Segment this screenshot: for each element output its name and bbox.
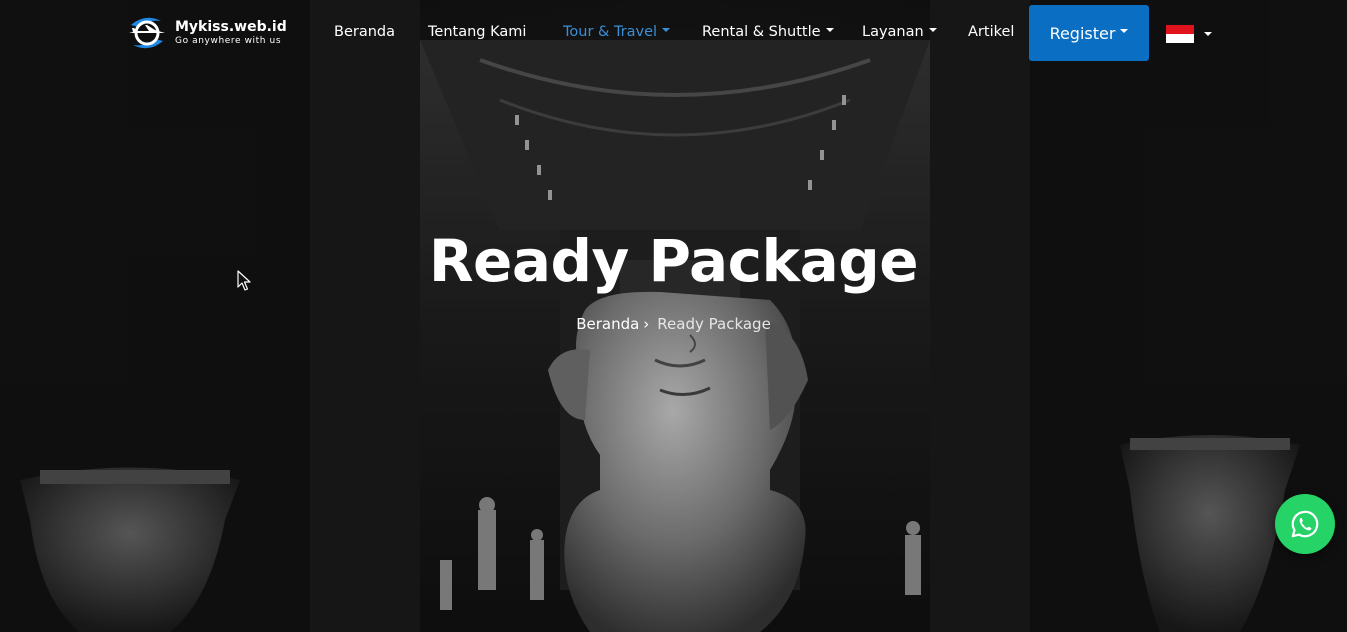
breadcrumb-current: Ready Package [657,315,771,333]
nav-item-layanan[interactable]: Layanan [862,24,937,40]
language-selector[interactable] [1166,24,1216,44]
chevron-right-icon: › [643,315,650,333]
nav-item-label: Layanan [862,24,924,40]
indonesia-flag-icon [1166,25,1194,43]
whatsapp-chat-button[interactable] [1275,494,1335,554]
caret-down-icon [662,28,671,32]
caret-down-icon [928,28,937,32]
caret-down-icon [1204,32,1212,36]
nav-item-beranda[interactable]: Beranda [334,24,395,40]
nav-item-tour-travel[interactable]: Tour & Travel [563,24,671,40]
brand-logo-link[interactable]: Mykiss.web.id Go anywhere with us [125,13,295,53]
register-label: Register [1049,23,1116,43]
nav-item-label: Rental & Shuttle [702,24,821,40]
top-navbar: Mykiss.web.id Go anywhere with us Berand… [0,0,1347,66]
nav-item-tentang-kami[interactable]: Tentang Kami [428,24,526,40]
register-dropdown-button[interactable]: Register [1029,5,1149,61]
caret-down-icon [1120,29,1129,33]
nav-item-label: Artikel [968,24,1015,40]
plane-swirl-logo-icon [129,17,165,49]
brand-tagline: Go anywhere with us [175,36,282,46]
nav-item-label: Beranda [334,24,395,40]
nav-item-rental-shuttle[interactable]: Rental & Shuttle [702,24,834,40]
breadcrumb-home-link[interactable]: Beranda [576,315,639,333]
nav-item-label: Tentang Kami [428,24,527,40]
whatsapp-icon [1291,510,1319,538]
mouse-cursor-icon [237,270,251,291]
nav-item-artikel[interactable]: Artikel [968,24,1014,40]
nav-item-label: Tour & Travel [563,24,658,40]
page-title: Ready Package [428,227,919,295]
caret-down-icon [825,28,834,32]
brand-text: Mykiss.web.id Go anywhere with us [175,20,287,46]
brand-name: Mykiss.web.id [175,19,287,35]
breadcrumb: Beranda › Ready Package [0,315,1347,333]
